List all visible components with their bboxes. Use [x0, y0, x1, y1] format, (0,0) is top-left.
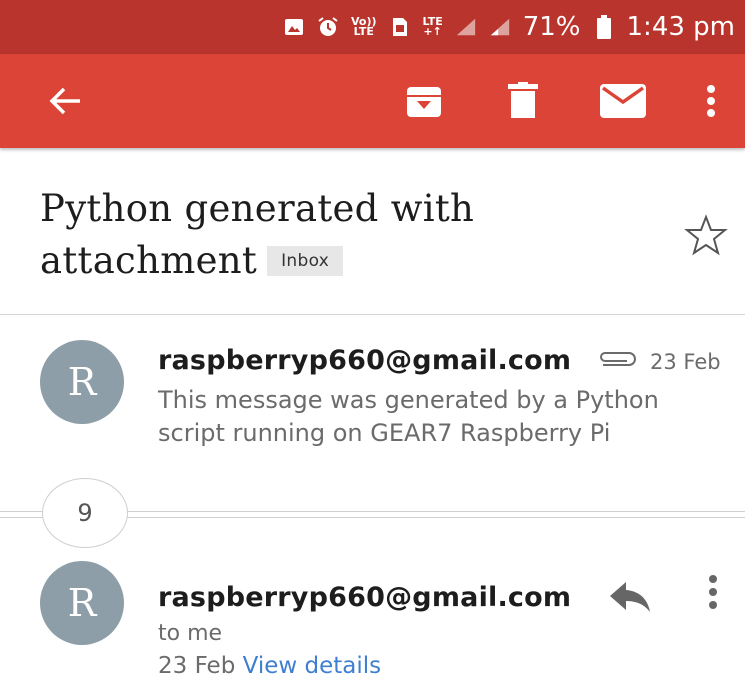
avatar[interactable]: R [40, 340, 124, 424]
star-icon [684, 214, 728, 256]
sender-email: raspberryp660@gmail.com [158, 582, 572, 613]
photo-notification-icon [283, 16, 305, 38]
view-details-link[interactable]: View details [243, 653, 382, 679]
inbox-label-chip[interactable]: Inbox [267, 245, 344, 276]
lte-plus-label: +↑ [423, 25, 442, 38]
message-more-options-button[interactable] [700, 570, 726, 620]
avatar[interactable]: R [40, 561, 124, 645]
alarm-icon [317, 16, 339, 38]
archive-button[interactable] [400, 54, 448, 148]
more-vert-icon [709, 575, 717, 609]
battery-icon [593, 15, 615, 39]
signal-icon-2 [489, 16, 511, 38]
reply-icon [610, 582, 650, 612]
message-snippet[interactable]: This message was generated by a Python s… [158, 384, 728, 450]
back-arrow-icon [49, 87, 80, 115]
delete-icon [508, 82, 538, 118]
email-subject: Python generated with attachment Inbox [40, 183, 600, 287]
clock: 1:43 pm [626, 12, 735, 42]
message-date: 23 Feb [650, 350, 721, 374]
avatar-letter: R [67, 360, 97, 404]
volte-indicator: Vo)) LTE [350, 15, 377, 38]
collapsed-count: 9 [77, 499, 93, 527]
delete-button[interactable] [502, 54, 544, 148]
signal-icon-1 [455, 16, 477, 38]
sender-email: raspberryp660@gmail.com [158, 345, 572, 376]
star-button[interactable] [684, 213, 728, 257]
app-toolbar [0, 54, 745, 148]
status-bar: Vo)) LTE LTE +↑ 71% 1:43 pm [0, 0, 745, 54]
back-button[interactable] [40, 54, 90, 148]
battery-percent: 71% [522, 12, 581, 42]
divider [0, 314, 745, 315]
archive-icon [407, 87, 441, 117]
message-date-line: 23 Feb View details [158, 653, 381, 679]
mark-unread-icon [600, 84, 646, 118]
more-options-button[interactable] [696, 54, 726, 148]
collapsed-count-button[interactable]: 9 [42, 478, 128, 548]
collapsed-messages: 9 [0, 478, 745, 548]
volte-label: Vo)) [350, 15, 377, 28]
avatar-letter: R [67, 581, 97, 625]
message-date: 23 Feb [158, 653, 236, 679]
reply-button[interactable] [606, 576, 652, 616]
more-vert-icon [707, 85, 715, 117]
mark-unread-button[interactable] [596, 54, 650, 148]
sim-icon [389, 16, 411, 38]
recipient-line: to me [158, 621, 223, 646]
subject-line-1: Python generated with [40, 187, 475, 230]
lte-indicator: LTE +↑ [423, 16, 443, 38]
attachment-icon [597, 349, 637, 377]
subject-line-2: attachment [40, 239, 258, 282]
